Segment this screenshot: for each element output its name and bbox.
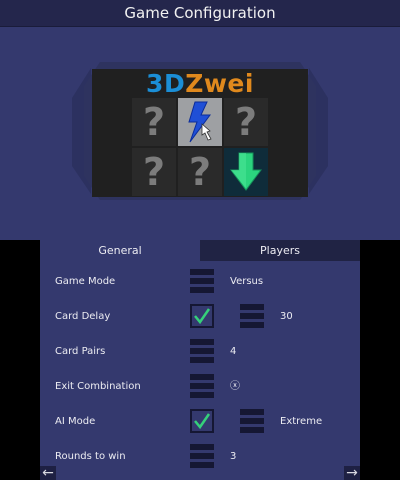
x-button-icon: ⓧ [230,381,240,392]
hidden-card[interactable]: ? [132,148,176,196]
tab-players[interactable]: Players [200,240,360,261]
setting-ai-mode: AI Mode Extreme [40,404,360,439]
setting-value: 30 [280,311,293,322]
option-selector-icon[interactable] [240,409,264,435]
option-selector-icon[interactable] [190,444,214,470]
setting-value: 4 [230,346,237,357]
hidden-card[interactable]: ? [178,148,222,196]
top-screen: Game Configuration 3DZwei ? ? ? ? [0,0,400,240]
green-down-arrow-icon [230,152,262,191]
tab-bar: General Players [40,240,360,261]
checkmark-icon [194,413,211,430]
tab-general[interactable]: General [40,240,200,261]
question-mark-icon: ? [188,150,212,194]
option-selector-icon[interactable] [190,339,214,365]
revealed-card[interactable] [178,98,222,146]
setting-exit-combination: Exit Combination ⓧ [40,369,360,404]
game-logo: 3DZwei [146,69,254,98]
setting-game-mode: Game Mode Versus [40,264,360,299]
option-selector-icon[interactable] [190,374,214,400]
left-arrow-icon[interactable]: ← [40,466,56,480]
screen-title: Game Configuration [124,4,276,22]
question-mark-icon: ? [142,150,166,194]
setting-label: Game Mode [55,276,116,287]
setting-card-delay: Card Delay 30 [40,299,360,334]
bottom-screen: General Players Game Mode Versus Card De… [40,240,360,480]
question-mark-icon: ? [234,100,258,144]
option-selector-icon[interactable] [240,304,264,330]
card-delay-checkbox[interactable] [190,304,214,328]
setting-value: Extreme [280,416,323,427]
setting-label: Exit Combination [55,381,141,392]
hidden-card[interactable]: ? [132,98,176,146]
setting-card-pairs: Card Pairs 4 [40,334,360,369]
setting-label: Card Delay [55,311,111,322]
lightning-bolt-icon [188,101,212,143]
setting-label: AI Mode [55,416,96,427]
right-arrow-icon[interactable]: → [344,466,360,480]
setting-value: Versus [230,276,264,287]
setting-value: 3 [230,451,237,462]
question-mark-icon: ? [142,100,166,144]
card-board: 3DZwei ? ? ? ? [92,69,308,197]
revealed-card[interactable] [224,148,268,196]
hidden-card[interactable]: ? [224,98,268,146]
checkmark-icon [194,308,211,325]
setting-label: Rounds to win [55,451,126,462]
setting-rounds-to-win: Rounds to win 3 [40,439,360,474]
option-selector-icon[interactable] [190,269,214,295]
setting-label: Card Pairs [55,346,106,357]
title-bar: Game Configuration [0,0,400,27]
ai-mode-checkbox[interactable] [190,409,214,433]
